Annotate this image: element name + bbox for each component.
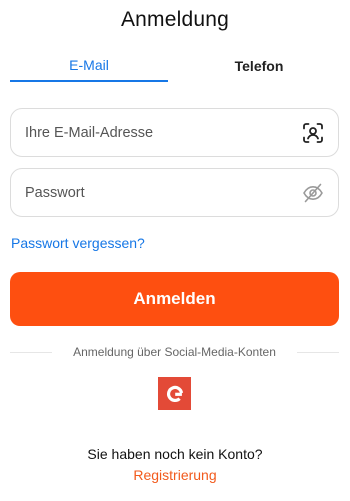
tab-phone[interactable]: Telefon <box>180 52 338 82</box>
google-icon <box>166 385 183 402</box>
tab-email[interactable]: E-Mail <box>10 52 168 82</box>
login-method-tabs: E-Mail Telefon <box>10 52 340 82</box>
google-login-button[interactable] <box>158 377 191 410</box>
password-input[interactable] <box>25 169 285 216</box>
login-button[interactable]: Anmelden <box>10 272 339 326</box>
email-input[interactable] <box>25 109 285 156</box>
social-divider: Anmeldung über Social-Media-Konten <box>10 344 339 360</box>
forgot-password-link[interactable]: Passwort vergessen? <box>11 235 145 251</box>
contact-card-icon[interactable] <box>302 122 324 144</box>
eye-off-icon[interactable] <box>302 182 324 204</box>
social-login-label: Anmeldung über Social-Media-Konten <box>73 345 276 359</box>
no-account-text: Sie haben noch kein Konto? <box>87 446 263 462</box>
page-title: Anmeldung <box>120 8 230 31</box>
divider-line-right <box>297 352 339 353</box>
register-link[interactable]: Registrierung <box>0 467 350 483</box>
email-field-container <box>10 108 339 157</box>
password-field-container <box>10 168 339 217</box>
